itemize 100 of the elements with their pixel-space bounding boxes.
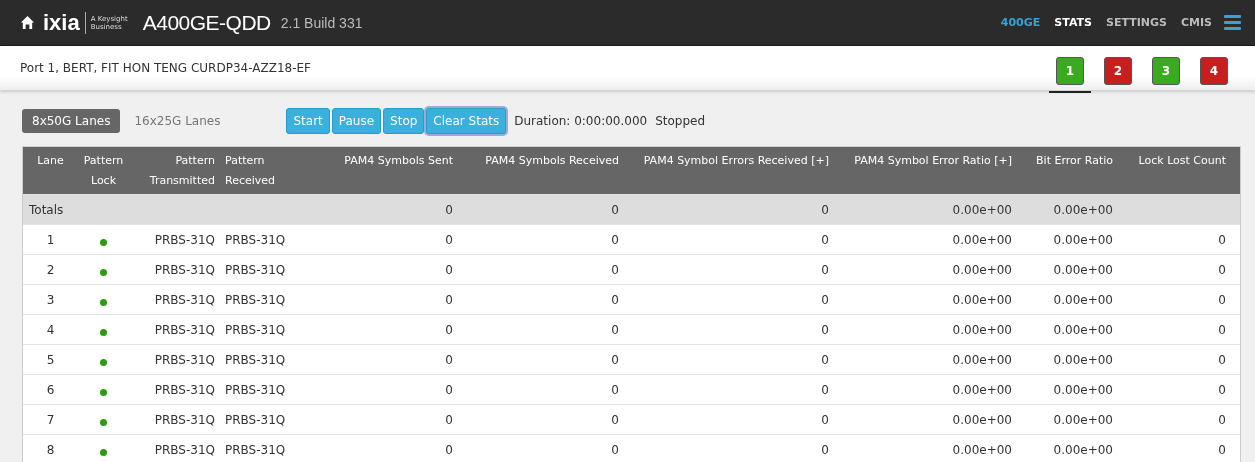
version-text: 2.1 Build 331 — [280, 14, 363, 31]
table-cell-text: 0.00e+00 — [1052, 262, 1114, 277]
column-header: Bit Error Ratio — [1035, 153, 1114, 169]
table-cell-text: 0.00e+00 — [951, 442, 1013, 457]
table-cell-text: 0.00e+00 — [1052, 352, 1114, 367]
table-cell-text: 0.00e+00 — [951, 292, 1013, 307]
table-cell-text: 0 — [1217, 262, 1227, 277]
table-cell-text: 0 — [444, 412, 454, 427]
table-cell-text: PRBS-31Q — [153, 352, 216, 367]
table-cell-text: 0.00e+00 — [1052, 202, 1114, 217]
table-cell-text: Totals — [28, 202, 65, 217]
table-cell-text: 0 — [444, 262, 454, 277]
port-button[interactable]: 4 — [1200, 57, 1228, 85]
table-cell-text: PRBS-31Q — [153, 412, 216, 427]
table-cell-text: 7 — [45, 412, 56, 427]
table-cell-text: 0 — [820, 382, 830, 397]
table-cell-text: 0 — [610, 202, 620, 217]
table-cell-text: 0 — [444, 442, 454, 457]
table-cell-text: 0 — [444, 352, 454, 367]
table-cell-text: 0 — [1217, 412, 1227, 427]
table-cell-text: 0.00e+00 — [951, 262, 1013, 277]
table-cell-text: 0 — [1217, 292, 1227, 307]
table-cell-text: 0.00e+00 — [1052, 322, 1114, 337]
table-cell-text: 0 — [610, 322, 620, 337]
table-cell-text: PRBS-31Q — [153, 292, 216, 307]
table-cell-text: 0 — [444, 232, 454, 247]
table-cell-text: PRBS-31Q — [224, 232, 287, 247]
table-cell-text: 0 — [820, 322, 830, 337]
port-button[interactable]: 3 — [1152, 57, 1180, 85]
table-cell-text: 0 — [820, 202, 830, 217]
table-cell-text: 0.00e+00 — [951, 382, 1013, 397]
table-cell-text: 0.00e+00 — [951, 412, 1013, 427]
table-cell-text: 4 — [45, 322, 56, 337]
table-cell-text: 0 — [820, 442, 830, 457]
table-cell-text: PRBS-31Q — [224, 352, 287, 367]
table-cell-text: PRBS-31Q — [224, 382, 287, 397]
table-cell-text: 0 — [1217, 322, 1227, 337]
run-state: Stopped — [655, 114, 706, 128]
table-cell-text: 0.00e+00 — [1052, 442, 1114, 457]
table-cell-text: 0 — [610, 382, 620, 397]
home-icon[interactable] — [20, 15, 35, 30]
logo[interactable]: ixia — [43, 11, 86, 34]
nav-link[interactable]: 400GE — [1000, 16, 1041, 29]
port-title: Port 1, BERT, FIT HON TENG CURDP34-AZZ18-EF — [20, 61, 311, 75]
column-header: Pattern Received — [224, 153, 277, 189]
nav-link[interactable]: CMIS — [1180, 16, 1212, 29]
table-cell-text: 0 — [444, 382, 454, 397]
port-button[interactable]: 1 — [1056, 57, 1084, 85]
table-cell-text: 5 — [45, 352, 56, 367]
menu-icon[interactable] — [1224, 15, 1241, 30]
duration-text: Duration: 0:00:00.000 — [514, 114, 648, 128]
table-cell-text: 0 — [610, 292, 620, 307]
column-header: Pattern Transmitted — [148, 153, 216, 189]
table-cell-text: PRBS-31Q — [224, 292, 287, 307]
table-cell-text: 2 — [45, 262, 56, 277]
table-cell-text: 0.00e+00 — [1052, 382, 1114, 397]
table-cell-text: 0.00e+00 — [1052, 232, 1114, 247]
table-cell-text: 6 — [45, 382, 56, 397]
table-cell-text: 0 — [820, 232, 830, 247]
table-cell-text: PRBS-31Q — [224, 262, 287, 277]
table-cell-text: 0 — [1217, 442, 1227, 457]
table-cell-text: 0 — [1217, 382, 1227, 397]
table-cell-text: 0 — [1217, 232, 1227, 247]
table-cell-text: 0.00e+00 — [951, 352, 1013, 367]
table-cell-text: 0.00e+00 — [1052, 292, 1114, 307]
column-header: Lock Lost Count — [1137, 153, 1227, 169]
table-cell-text: 0 — [820, 412, 830, 427]
table-cell-text: 0.00e+00 — [951, 202, 1013, 217]
table-cell-text: 3 — [45, 292, 56, 307]
table-cell-text: 0 — [444, 202, 454, 217]
table-cell-text: PRBS-31Q — [224, 322, 287, 337]
table-cell-text: 8 — [45, 442, 56, 457]
table-cell-text: 0 — [610, 412, 620, 427]
table-cell-text: PRBS-31Q — [153, 382, 216, 397]
table-cell-text: 0.00e+00 — [1052, 412, 1114, 427]
action-button[interactable]: Pause — [331, 108, 382, 134]
nav-link[interactable]: SETTINGS — [1106, 16, 1167, 29]
device-name: A400GE-QDD — [142, 10, 271, 35]
table-cell-text: 1 — [45, 232, 56, 247]
table-cell-text: PRBS-31Q — [224, 442, 287, 457]
action-button[interactable]: Clear Stats — [426, 108, 507, 134]
column-header: Lane — [36, 153, 65, 169]
column-header: PAM4 Symbol Errors Received [+] — [642, 153, 830, 169]
table-cell-text: 0 — [610, 442, 620, 457]
lane-tab[interactable]: 8x50G Lanes — [22, 109, 121, 133]
table-cell-text: 0 — [820, 262, 830, 277]
nav-link[interactable]: STATS — [1054, 16, 1092, 29]
port-button[interactable]: 2 — [1104, 57, 1132, 85]
table-cell-text: PRBS-31Q — [153, 262, 216, 277]
table-cell-text: 0 — [610, 262, 620, 277]
action-button[interactable]: Start — [286, 108, 330, 134]
table-cell-text: 0 — [610, 232, 620, 247]
column-header: Pattern Lock — [82, 153, 125, 189]
lane-tab[interactable]: 16x25G Lanes — [124, 109, 231, 133]
table-cell-text: 0 — [444, 322, 454, 337]
action-button[interactable]: Stop — [383, 108, 425, 134]
table-cell-text: 0.00e+00 — [951, 232, 1013, 247]
table-cell-text: PRBS-31Q — [224, 412, 287, 427]
table-cell-text: PRBS-31Q — [153, 442, 216, 457]
table-cell-text: PRBS-31Q — [153, 232, 216, 247]
